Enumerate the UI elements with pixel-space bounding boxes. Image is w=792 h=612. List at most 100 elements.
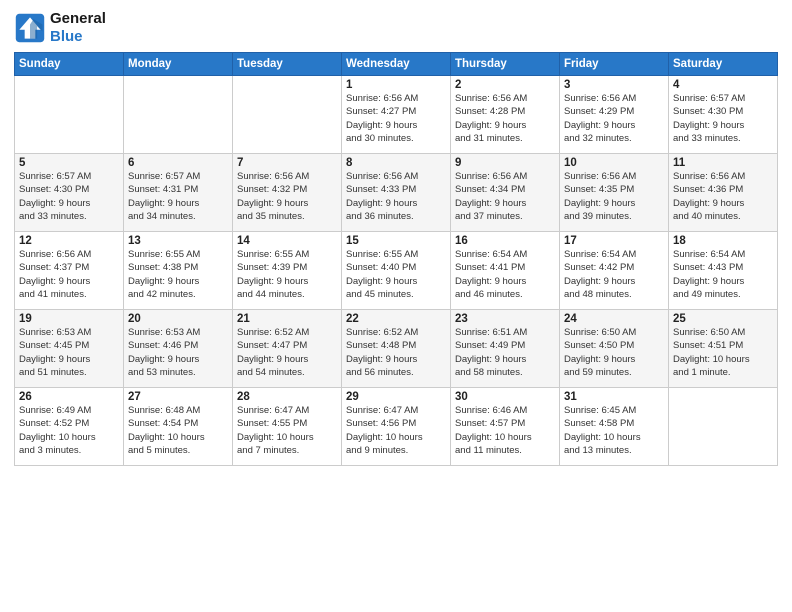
day-info: Sunrise: 6:50 AM Sunset: 4:51 PM Dayligh… <box>673 326 773 379</box>
day-info: Sunrise: 6:53 AM Sunset: 4:45 PM Dayligh… <box>19 326 119 379</box>
day-cell-20: 20Sunrise: 6:53 AM Sunset: 4:46 PM Dayli… <box>124 310 233 388</box>
day-number: 14 <box>237 235 337 247</box>
day-cell-17: 17Sunrise: 6:54 AM Sunset: 4:42 PM Dayli… <box>560 232 669 310</box>
day-cell-12: 12Sunrise: 6:56 AM Sunset: 4:37 PM Dayli… <box>15 232 124 310</box>
day-number: 21 <box>237 313 337 325</box>
day-info: Sunrise: 6:55 AM Sunset: 4:38 PM Dayligh… <box>128 248 228 301</box>
day-number: 9 <box>455 157 555 169</box>
logo-icon <box>14 12 46 44</box>
day-info: Sunrise: 6:47 AM Sunset: 4:56 PM Dayligh… <box>346 404 446 457</box>
day-info: Sunrise: 6:56 AM Sunset: 4:32 PM Dayligh… <box>237 170 337 223</box>
weekday-header-sunday: Sunday <box>15 53 124 76</box>
week-row-4: 19Sunrise: 6:53 AM Sunset: 4:45 PM Dayli… <box>15 310 778 388</box>
week-row-5: 26Sunrise: 6:49 AM Sunset: 4:52 PM Dayli… <box>15 388 778 466</box>
day-number: 23 <box>455 313 555 325</box>
day-cell-4: 4Sunrise: 6:57 AM Sunset: 4:30 PM Daylig… <box>669 76 778 154</box>
day-info: Sunrise: 6:50 AM Sunset: 4:50 PM Dayligh… <box>564 326 664 379</box>
day-info: Sunrise: 6:51 AM Sunset: 4:49 PM Dayligh… <box>455 326 555 379</box>
weekday-header-thursday: Thursday <box>451 53 560 76</box>
day-number: 31 <box>564 391 664 403</box>
weekday-header-friday: Friday <box>560 53 669 76</box>
day-cell-6: 6Sunrise: 6:57 AM Sunset: 4:31 PM Daylig… <box>124 154 233 232</box>
day-number: 1 <box>346 79 446 91</box>
day-number: 11 <box>673 157 773 169</box>
empty-cell <box>15 76 124 154</box>
day-number: 19 <box>19 313 119 325</box>
day-number: 18 <box>673 235 773 247</box>
day-info: Sunrise: 6:54 AM Sunset: 4:43 PM Dayligh… <box>673 248 773 301</box>
weekday-header-wednesday: Wednesday <box>342 53 451 76</box>
weekday-header-saturday: Saturday <box>669 53 778 76</box>
day-info: Sunrise: 6:56 AM Sunset: 4:28 PM Dayligh… <box>455 92 555 145</box>
day-cell-24: 24Sunrise: 6:50 AM Sunset: 4:50 PM Dayli… <box>560 310 669 388</box>
day-info: Sunrise: 6:54 AM Sunset: 4:42 PM Dayligh… <box>564 248 664 301</box>
day-number: 5 <box>19 157 119 169</box>
day-cell-8: 8Sunrise: 6:56 AM Sunset: 4:33 PM Daylig… <box>342 154 451 232</box>
day-cell-18: 18Sunrise: 6:54 AM Sunset: 4:43 PM Dayli… <box>669 232 778 310</box>
day-cell-23: 23Sunrise: 6:51 AM Sunset: 4:49 PM Dayli… <box>451 310 560 388</box>
day-number: 15 <box>346 235 446 247</box>
day-number: 13 <box>128 235 228 247</box>
day-info: Sunrise: 6:47 AM Sunset: 4:55 PM Dayligh… <box>237 404 337 457</box>
day-cell-29: 29Sunrise: 6:47 AM Sunset: 4:56 PM Dayli… <box>342 388 451 466</box>
day-number: 8 <box>346 157 446 169</box>
day-info: Sunrise: 6:52 AM Sunset: 4:47 PM Dayligh… <box>237 326 337 379</box>
week-row-2: 5Sunrise: 6:57 AM Sunset: 4:30 PM Daylig… <box>15 154 778 232</box>
day-info: Sunrise: 6:45 AM Sunset: 4:58 PM Dayligh… <box>564 404 664 457</box>
day-cell-30: 30Sunrise: 6:46 AM Sunset: 4:57 PM Dayli… <box>451 388 560 466</box>
day-cell-3: 3Sunrise: 6:56 AM Sunset: 4:29 PM Daylig… <box>560 76 669 154</box>
day-cell-27: 27Sunrise: 6:48 AM Sunset: 4:54 PM Dayli… <box>124 388 233 466</box>
day-info: Sunrise: 6:56 AM Sunset: 4:36 PM Dayligh… <box>673 170 773 223</box>
day-info: Sunrise: 6:53 AM Sunset: 4:46 PM Dayligh… <box>128 326 228 379</box>
logo-blue: Blue <box>50 28 83 45</box>
logo-general: General <box>50 10 106 27</box>
day-cell-21: 21Sunrise: 6:52 AM Sunset: 4:47 PM Dayli… <box>233 310 342 388</box>
week-row-1: 1Sunrise: 6:56 AM Sunset: 4:27 PM Daylig… <box>15 76 778 154</box>
day-number: 29 <box>346 391 446 403</box>
day-info: Sunrise: 6:57 AM Sunset: 4:31 PM Dayligh… <box>128 170 228 223</box>
day-number: 16 <box>455 235 555 247</box>
day-number: 2 <box>455 79 555 91</box>
day-cell-7: 7Sunrise: 6:56 AM Sunset: 4:32 PM Daylig… <box>233 154 342 232</box>
header: General Blue <box>14 10 778 46</box>
day-cell-2: 2Sunrise: 6:56 AM Sunset: 4:28 PM Daylig… <box>451 76 560 154</box>
day-cell-9: 9Sunrise: 6:56 AM Sunset: 4:34 PM Daylig… <box>451 154 560 232</box>
weekday-header-tuesday: Tuesday <box>233 53 342 76</box>
day-info: Sunrise: 6:57 AM Sunset: 4:30 PM Dayligh… <box>19 170 119 223</box>
empty-cell <box>233 76 342 154</box>
day-cell-25: 25Sunrise: 6:50 AM Sunset: 4:51 PM Dayli… <box>669 310 778 388</box>
calendar: SundayMondayTuesdayWednesdayThursdayFrid… <box>14 52 778 466</box>
logo-text: General Blue <box>50 10 106 46</box>
day-cell-10: 10Sunrise: 6:56 AM Sunset: 4:35 PM Dayli… <box>560 154 669 232</box>
day-info: Sunrise: 6:56 AM Sunset: 4:35 PM Dayligh… <box>564 170 664 223</box>
day-cell-31: 31Sunrise: 6:45 AM Sunset: 4:58 PM Dayli… <box>560 388 669 466</box>
logo: General Blue <box>14 10 106 46</box>
day-cell-11: 11Sunrise: 6:56 AM Sunset: 4:36 PM Dayli… <box>669 154 778 232</box>
day-cell-22: 22Sunrise: 6:52 AM Sunset: 4:48 PM Dayli… <box>342 310 451 388</box>
day-info: Sunrise: 6:54 AM Sunset: 4:41 PM Dayligh… <box>455 248 555 301</box>
day-info: Sunrise: 6:56 AM Sunset: 4:29 PM Dayligh… <box>564 92 664 145</box>
day-number: 30 <box>455 391 555 403</box>
day-cell-15: 15Sunrise: 6:55 AM Sunset: 4:40 PM Dayli… <box>342 232 451 310</box>
day-number: 17 <box>564 235 664 247</box>
day-cell-14: 14Sunrise: 6:55 AM Sunset: 4:39 PM Dayli… <box>233 232 342 310</box>
day-info: Sunrise: 6:56 AM Sunset: 4:33 PM Dayligh… <box>346 170 446 223</box>
empty-cell <box>124 76 233 154</box>
page: General Blue SundayMondayTuesdayWednesda… <box>0 0 792 612</box>
day-number: 6 <box>128 157 228 169</box>
day-cell-1: 1Sunrise: 6:56 AM Sunset: 4:27 PM Daylig… <box>342 76 451 154</box>
day-number: 7 <box>237 157 337 169</box>
day-info: Sunrise: 6:57 AM Sunset: 4:30 PM Dayligh… <box>673 92 773 145</box>
week-row-3: 12Sunrise: 6:56 AM Sunset: 4:37 PM Dayli… <box>15 232 778 310</box>
day-cell-5: 5Sunrise: 6:57 AM Sunset: 4:30 PM Daylig… <box>15 154 124 232</box>
day-cell-26: 26Sunrise: 6:49 AM Sunset: 4:52 PM Dayli… <box>15 388 124 466</box>
day-info: Sunrise: 6:52 AM Sunset: 4:48 PM Dayligh… <box>346 326 446 379</box>
day-number: 24 <box>564 313 664 325</box>
day-cell-13: 13Sunrise: 6:55 AM Sunset: 4:38 PM Dayli… <box>124 232 233 310</box>
day-number: 3 <box>564 79 664 91</box>
day-cell-16: 16Sunrise: 6:54 AM Sunset: 4:41 PM Dayli… <box>451 232 560 310</box>
day-info: Sunrise: 6:55 AM Sunset: 4:39 PM Dayligh… <box>237 248 337 301</box>
day-cell-28: 28Sunrise: 6:47 AM Sunset: 4:55 PM Dayli… <box>233 388 342 466</box>
day-info: Sunrise: 6:49 AM Sunset: 4:52 PM Dayligh… <box>19 404 119 457</box>
weekday-header-row: SundayMondayTuesdayWednesdayThursdayFrid… <box>15 53 778 76</box>
